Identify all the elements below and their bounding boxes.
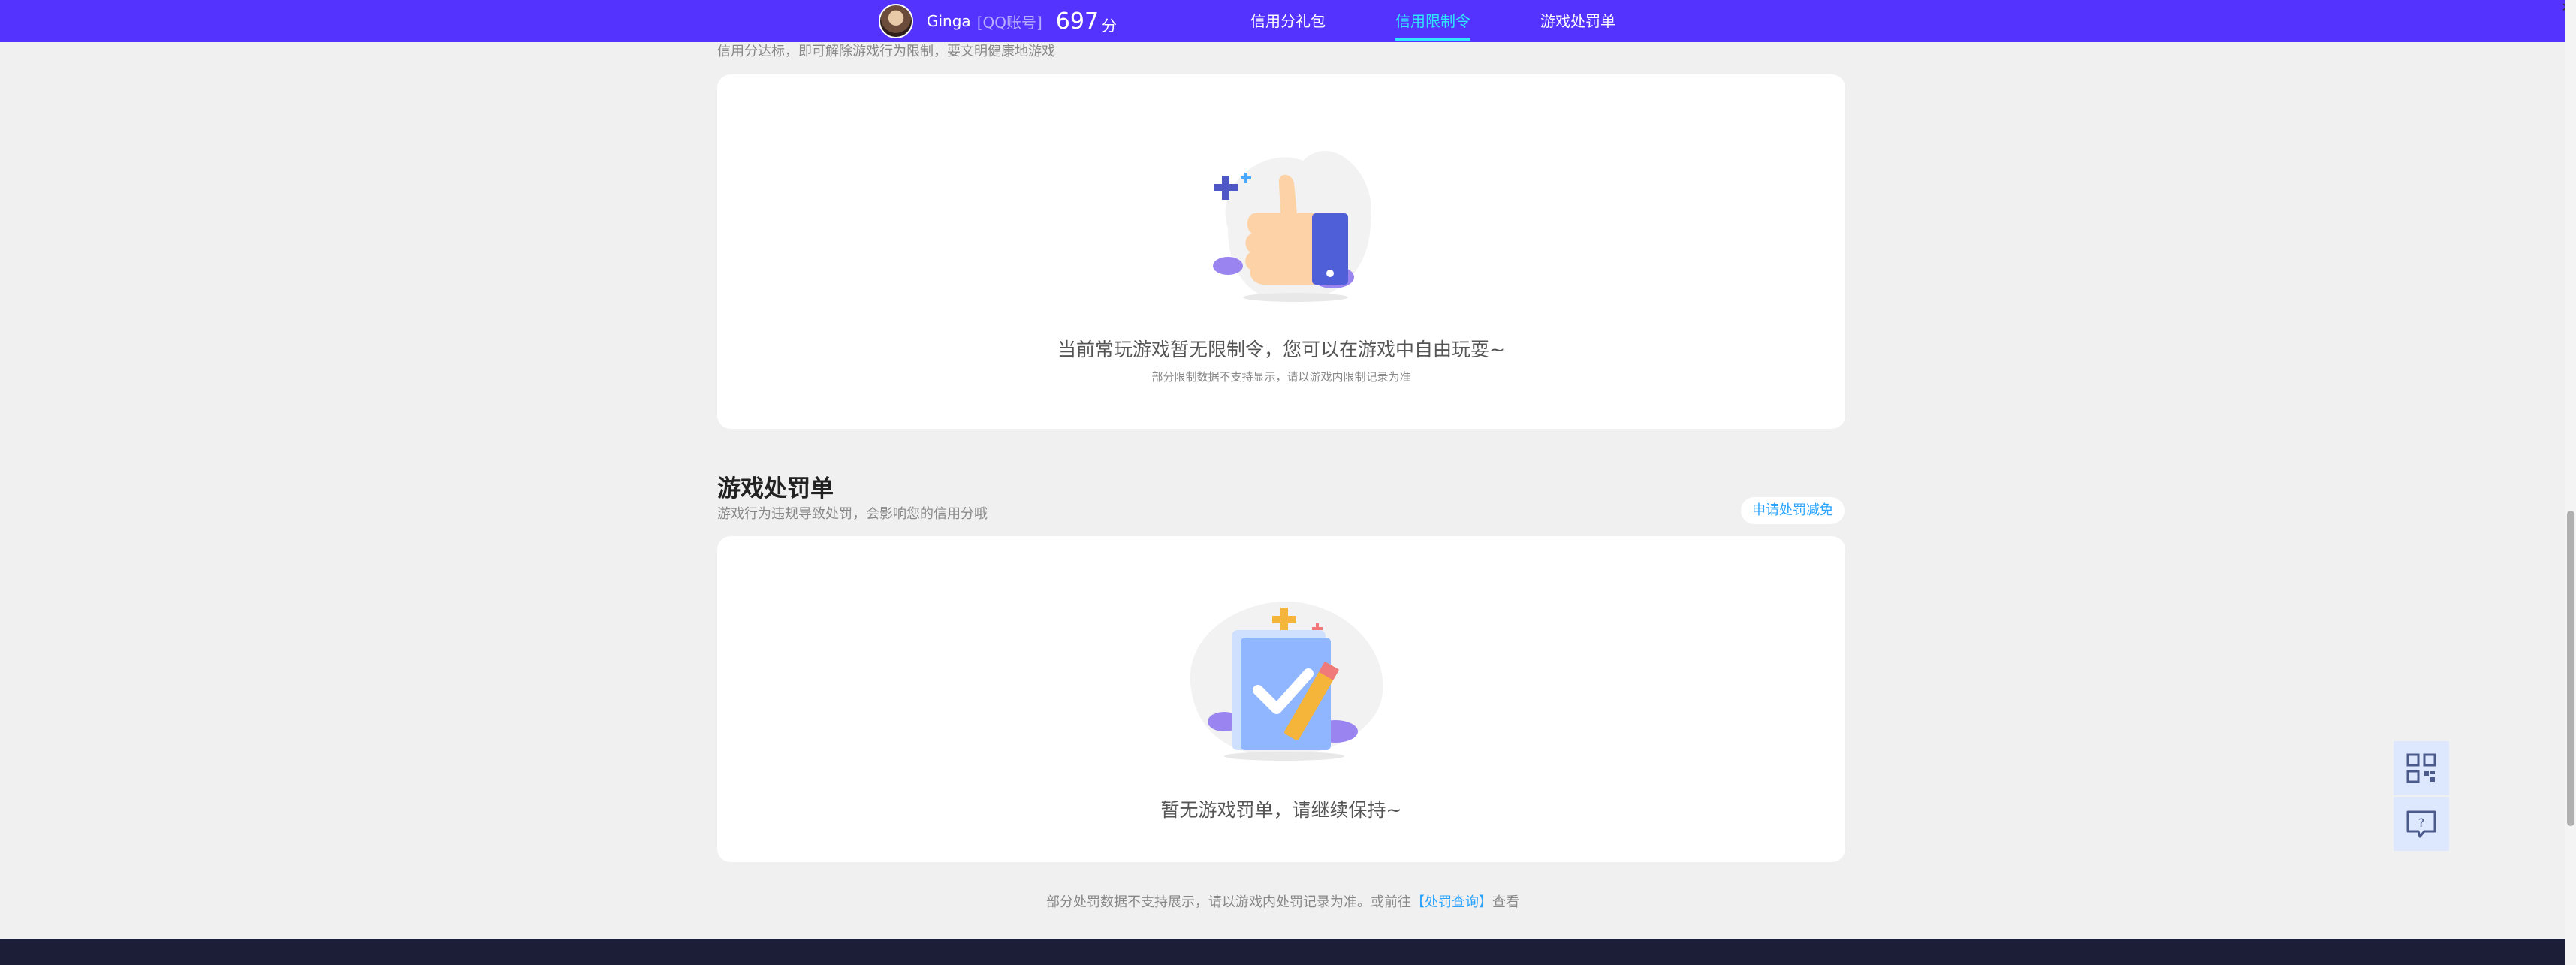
- penalty-card: 暂无游戏罚单，请继续保持~: [717, 536, 1845, 862]
- checklist-pencil-illustration: [1190, 601, 1383, 761]
- svg-text:?: ?: [2418, 816, 2425, 830]
- section-title-penalty: 游戏处罚单: [717, 475, 834, 502]
- limits-card: 当前常玩游戏暂无限制令，您可以在游戏中自由玩耍~ 部分限制数据不支持显示，请以游…: [717, 74, 1845, 429]
- penalty-empty-text: 暂无游戏罚单，请继续保持~: [1160, 799, 1402, 821]
- thumbs-up-illustration: [1213, 151, 1372, 303]
- top-nav-bar: Ginga [QQ账号] 697 分 信用分礼包 信用限制令 游戏处罚单: [0, 0, 2565, 42]
- tab-credit-limit[interactable]: 信用限制令: [1395, 0, 1470, 42]
- avatar[interactable]: [879, 4, 913, 38]
- footer-note: 部分处罚数据不支持展示，请以游戏内处罚记录为准。或前往【处罚查询】查看: [0, 891, 2565, 911]
- qr-code-icon: [2406, 753, 2436, 783]
- footer-note-suffix: 查看: [1492, 894, 1519, 910]
- username: Ginga: [927, 12, 971, 30]
- account-type-tag: [QQ账号]: [976, 13, 1042, 32]
- help-chat-icon: ?: [2406, 810, 2436, 838]
- tab-game-penalty[interactable]: 游戏处罚单: [1540, 0, 1615, 42]
- credit-score-unit: 分: [1102, 16, 1118, 35]
- footer-note-prefix: 部分处罚数据不支持展示，请以游戏内处罚记录为准。或前往: [1046, 894, 1411, 910]
- apply-penalty-reduction-button[interactable]: 申请处罚减免: [1741, 497, 1845, 524]
- page: Ginga [QQ账号] 697 分 信用分礼包 信用限制令 游戏处罚单 ✕ 信…: [0, 0, 2576, 965]
- tab-credit-gift[interactable]: 信用分礼包: [1250, 0, 1326, 42]
- section-desc-penalty: 游戏行为违规导致处罚，会影响您的信用分哦: [717, 506, 988, 522]
- limits-empty-note: 部分限制数据不支持显示，请以游戏内限制记录为准: [1151, 370, 1411, 384]
- user-info: Ginga [QQ账号] 697 分: [879, 4, 1117, 38]
- scrollbar[interactable]: [2565, 0, 2576, 965]
- limits-subtitle: 信用分达标，即可解除游戏行为限制，要文明健康地游戏: [717, 44, 1055, 59]
- bottom-bar: [0, 939, 2565, 965]
- credit-score: 697: [1055, 8, 1099, 35]
- qr-code-button[interactable]: [2394, 741, 2449, 795]
- scrollbar-thumb[interactable]: [2567, 511, 2574, 826]
- limits-empty-text: 当前常玩游戏暂无限制令，您可以在游戏中自由玩耍~: [1057, 339, 1505, 360]
- help-chat-button[interactable]: ?: [2394, 797, 2449, 851]
- penalty-query-link[interactable]: 【处罚查询】: [1411, 894, 1492, 910]
